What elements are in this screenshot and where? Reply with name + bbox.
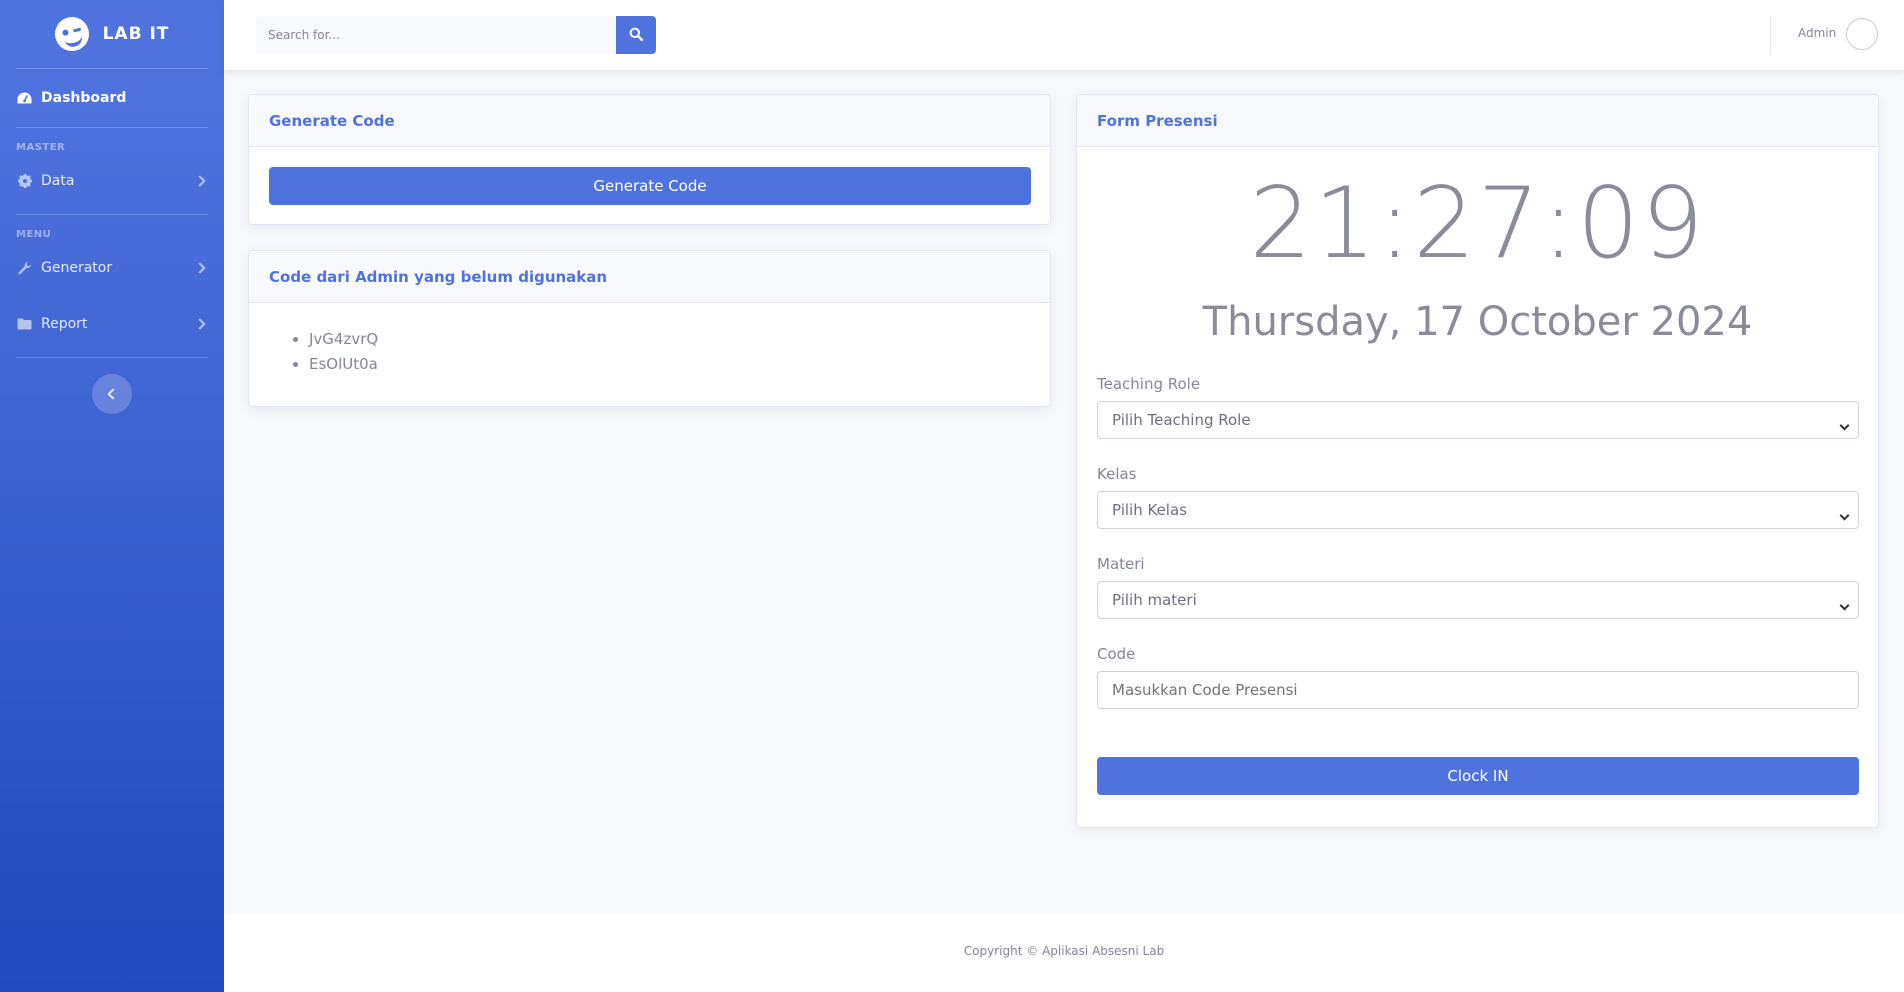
- sidebar-item-dashboard[interactable]: Dashboard: [0, 69, 224, 127]
- sidebar-item-generator[interactable]: Generator: [0, 245, 224, 291]
- clock-time: 21:27:09: [1249, 167, 1706, 281]
- user-name[interactable]: Admin: [1798, 26, 1836, 40]
- card-title: Generate Code: [249, 95, 1050, 147]
- topbar-divider: [1770, 16, 1771, 54]
- search-input[interactable]: [256, 16, 616, 54]
- chevron-right-icon: [194, 318, 206, 330]
- sidebar-heading-menu: MENU: [16, 229, 52, 240]
- sidebar-item-label: Dashboard: [41, 90, 127, 106]
- tachometer-icon: [16, 91, 33, 105]
- avatar[interactable]: [1846, 18, 1878, 50]
- code-list: JvG4zvrQ EsOlUt0a: [249, 303, 1050, 377]
- topbar: Admin: [224, 0, 1904, 70]
- sidebar-item-data[interactable]: Data: [0, 158, 224, 204]
- teaching-role-label: Teaching Role: [1097, 375, 1201, 393]
- materi-label: Materi: [1097, 555, 1145, 573]
- kelas-label: Kelas: [1097, 465, 1137, 483]
- chevron-right-icon: [194, 175, 206, 187]
- sidebar-item-label: Report: [41, 316, 88, 332]
- sidebar-toggle-button[interactable]: [92, 374, 132, 414]
- clock-date: Thursday, 17 October 2024: [1202, 299, 1753, 345]
- brand-text: LAB IT: [102, 24, 170, 44]
- unused-codes-card: Code dari Admin yang belum digunakan JvG…: [248, 250, 1051, 407]
- sidebar-item-label: Generator: [41, 260, 113, 276]
- generate-code-card: Generate Code Generate Code: [248, 94, 1051, 225]
- search-icon: [629, 27, 644, 44]
- laugh-wink-icon: [50, 13, 93, 55]
- kelas-select[interactable]: Pilih Kelas: [1097, 491, 1859, 529]
- wrench-icon: [16, 261, 33, 275]
- chevron-right-icon: [194, 262, 206, 274]
- folder-icon: [16, 317, 33, 331]
- clock-in-button[interactable]: Clock IN: [1097, 757, 1859, 795]
- gear-icon: [16, 174, 33, 188]
- code-input[interactable]: [1097, 671, 1859, 709]
- materi-select[interactable]: Pilih materi: [1097, 581, 1859, 619]
- form-presensi-card: Form Presensi 21:27:09 Thursday, 17 Octo…: [1076, 94, 1879, 828]
- sidebar-heading-master: MASTER: [16, 142, 66, 153]
- list-item: EsOlUt0a: [309, 352, 1050, 377]
- sidebar-item-label: Data: [41, 173, 75, 189]
- code-label: Code: [1097, 645, 1136, 663]
- sidebar-divider: [16, 357, 208, 358]
- list-item: JvG4zvrQ: [309, 327, 1050, 352]
- sidebar-item-report[interactable]: Report: [0, 291, 224, 357]
- teaching-role-select[interactable]: Pilih Teaching Role: [1097, 401, 1859, 439]
- generate-code-button[interactable]: Generate Code: [269, 167, 1031, 205]
- copyright-text: Copyright © Aplikasi Absesni Lab: [963, 944, 1165, 958]
- sidebar: LAB IT Dashboard MASTER Data MENU Genera…: [0, 0, 224, 992]
- search-button[interactable]: [616, 16, 656, 54]
- card-title: Code dari Admin yang belum digunakan: [249, 251, 1050, 303]
- footer: Copyright © Aplikasi Absesni Lab: [224, 914, 1904, 992]
- search-form: [256, 16, 656, 54]
- card-title: Form Presensi: [1077, 95, 1878, 147]
- sidebar-brand[interactable]: LAB IT: [0, 0, 224, 68]
